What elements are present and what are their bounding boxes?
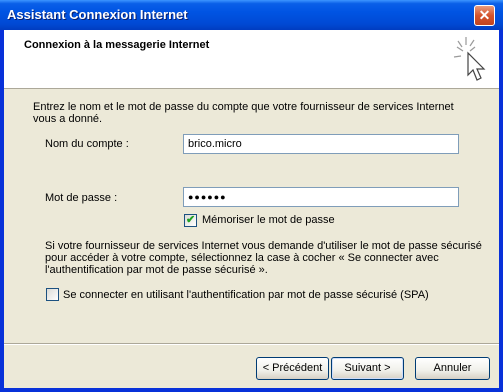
wizard-header: Connexion à la messagerie Internet <box>4 30 499 89</box>
wizard-window: Assistant Connexion Internet ✕ Connexion… <box>0 0 503 392</box>
cancel-button[interactable]: Annuler <box>415 357 490 380</box>
window-title: Assistant Connexion Internet <box>7 7 188 22</box>
password-field[interactable]: ●●●●●● <box>183 187 459 207</box>
remember-password-checkbox[interactable]: ✔ <box>184 214 197 227</box>
back-button[interactable]: < Précédent <box>256 357 329 380</box>
checkmark-icon: ✔ <box>186 214 196 226</box>
close-icon: ✕ <box>478 7 491 23</box>
close-button[interactable]: ✕ <box>474 5 495 26</box>
wizard-body: Connexion à la messagerie Internet Entre… <box>4 30 499 388</box>
account-name-field[interactable]: brico.micro <box>183 134 459 154</box>
next-button[interactable]: Suivant > <box>331 357 404 380</box>
spa-checkbox[interactable] <box>46 288 59 301</box>
page-title: Connexion à la messagerie Internet <box>24 39 210 51</box>
sparkle-cursor-icon <box>453 37 486 81</box>
account-label: Nom du compte : <box>45 138 129 150</box>
button-separator <box>4 343 499 345</box>
spa-info-line3: l'authentification par mot de passe sécu… <box>45 264 268 276</box>
password-label: Mot de passe : <box>45 192 118 204</box>
spa-label[interactable]: Se connecter en utilisant l'authentifica… <box>63 289 429 302</box>
title-bar[interactable]: Assistant Connexion Internet ✕ <box>0 0 503 30</box>
remember-password-label[interactable]: Mémoriser le mot de passe <box>202 214 335 227</box>
intro-text-line2: vous a donné. <box>33 113 103 125</box>
